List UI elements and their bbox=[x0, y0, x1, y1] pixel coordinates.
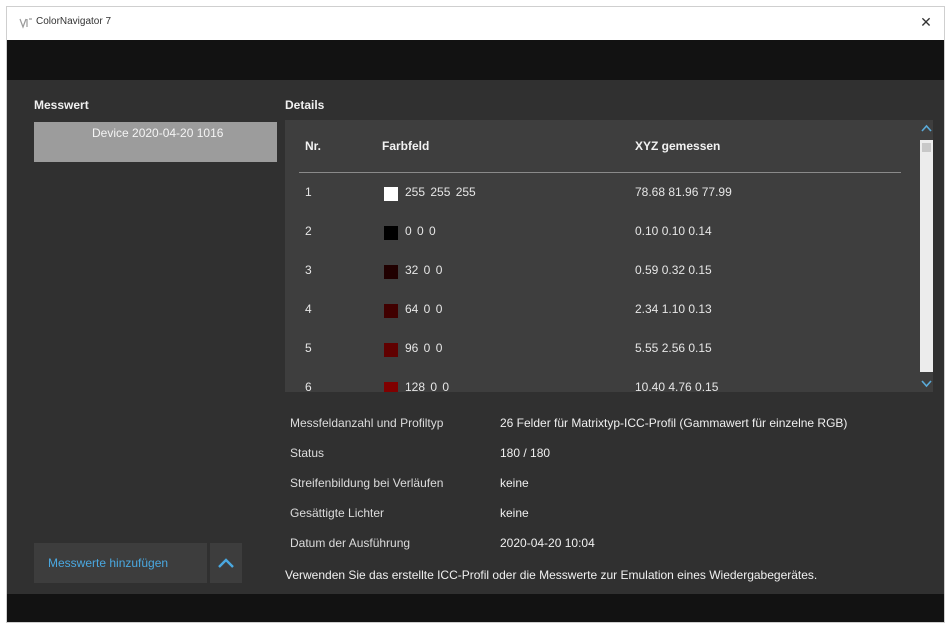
column-header-farbfeld: Farbfeld bbox=[382, 139, 430, 153]
measurement-table: Nr. Farbfeld XYZ gemessen 1 255 255 255 … bbox=[285, 120, 933, 392]
info-value-banding: keine bbox=[500, 476, 529, 490]
expand-up-button[interactable] bbox=[210, 543, 242, 583]
rgb-value: 32 0 0 bbox=[405, 263, 443, 277]
info-label-date: Datum der Ausführung bbox=[290, 536, 411, 550]
rgb-value: 96 0 0 bbox=[405, 341, 443, 355]
top-toolbar bbox=[7, 40, 944, 80]
row-number: 2 bbox=[305, 224, 312, 238]
column-header-xyz: XYZ gemessen bbox=[635, 139, 721, 153]
info-label-banding: Streifenbildung bei Verläufen bbox=[290, 476, 444, 490]
color-swatch bbox=[384, 187, 398, 201]
table-row[interactable]: 6 128 0 0 10.40 4.76 0.15 bbox=[285, 374, 915, 392]
rgb-value: 64 0 0 bbox=[405, 302, 443, 316]
scroll-down-arrow-icon[interactable] bbox=[920, 374, 933, 392]
row-number: 1 bbox=[305, 185, 312, 199]
info-label-profile-type: Messfeldanzahl und Profiltyp bbox=[290, 416, 444, 430]
color-swatch bbox=[384, 382, 398, 392]
rgb-value: 255 255 255 bbox=[405, 185, 476, 199]
xyz-value: 5.55 2.56 0.15 bbox=[635, 341, 712, 355]
scroll-thumb[interactable] bbox=[922, 143, 931, 152]
table-row[interactable]: 3 32 0 0 0.59 0.32 0.15 bbox=[285, 257, 915, 287]
usage-hint: Verwenden Sie das erstellte ICC-Profil o… bbox=[285, 568, 818, 582]
table-row[interactable]: 5 96 0 0 5.55 2.56 0.15 bbox=[285, 335, 915, 365]
table-scrollbar[interactable] bbox=[920, 120, 933, 392]
color-swatch bbox=[384, 343, 398, 357]
table-row[interactable]: 1 255 255 255 78.68 81.96 77.99 bbox=[285, 179, 915, 209]
table-row[interactable]: 4 64 0 0 2.34 1.10 0.13 bbox=[285, 296, 915, 326]
scroll-up-arrow-icon[interactable] bbox=[920, 120, 933, 138]
measurement-list-item[interactable]: Device 2020-04-20 1016 bbox=[34, 122, 277, 162]
app-logo-icon bbox=[19, 17, 33, 29]
row-number: 4 bbox=[305, 302, 312, 316]
title-bar: ColorNavigator 7 ✕ bbox=[7, 7, 944, 40]
xyz-value: 78.68 81.96 77.99 bbox=[635, 185, 732, 199]
row-number: 5 bbox=[305, 341, 312, 355]
xyz-value: 2.34 1.10 0.13 bbox=[635, 302, 712, 316]
info-value-date: 2020-04-20 10:04 bbox=[500, 536, 595, 550]
color-swatch bbox=[384, 304, 398, 318]
window-title: ColorNavigator 7 bbox=[36, 16, 112, 27]
bottom-bar bbox=[7, 594, 944, 622]
row-number: 6 bbox=[305, 380, 312, 392]
details-heading: Details bbox=[285, 98, 325, 112]
scroll-track[interactable] bbox=[920, 140, 933, 372]
xyz-value: 0.59 0.32 0.15 bbox=[635, 263, 712, 277]
info-value-status: 180 / 180 bbox=[500, 446, 551, 460]
color-swatch bbox=[384, 226, 398, 240]
info-label-saturated-highlights: Gesättigte Lichter bbox=[290, 506, 385, 520]
main-panel: Messwert Details Device 2020-04-20 1016 … bbox=[7, 80, 944, 594]
info-value-saturated-highlights: keine bbox=[500, 506, 529, 520]
app-window: ColorNavigator 7 ✕ Messwert Details Devi… bbox=[6, 6, 945, 623]
rgb-value: 0 0 0 bbox=[405, 224, 436, 238]
rgb-value: 128 0 0 bbox=[405, 380, 450, 392]
header-divider bbox=[299, 172, 901, 173]
column-header-nr: Nr. bbox=[305, 139, 322, 153]
info-label-status: Status bbox=[290, 446, 325, 460]
measurements-heading: Messwert bbox=[34, 98, 89, 112]
close-button[interactable]: ✕ bbox=[916, 13, 936, 33]
row-number: 3 bbox=[305, 263, 312, 277]
add-measurements-button[interactable]: Messwerte hinzufügen bbox=[34, 543, 207, 583]
table-row[interactable]: 2 0 0 0 0.10 0.10 0.14 bbox=[285, 218, 915, 248]
info-value-profile-type: 26 Felder für Matrixtyp-ICC-Profil (Gamm… bbox=[500, 416, 848, 430]
xyz-value: 10.40 4.76 0.15 bbox=[635, 380, 719, 392]
color-swatch bbox=[384, 265, 398, 279]
xyz-value: 0.10 0.10 0.14 bbox=[635, 224, 712, 238]
chevron-up-icon bbox=[217, 555, 235, 574]
